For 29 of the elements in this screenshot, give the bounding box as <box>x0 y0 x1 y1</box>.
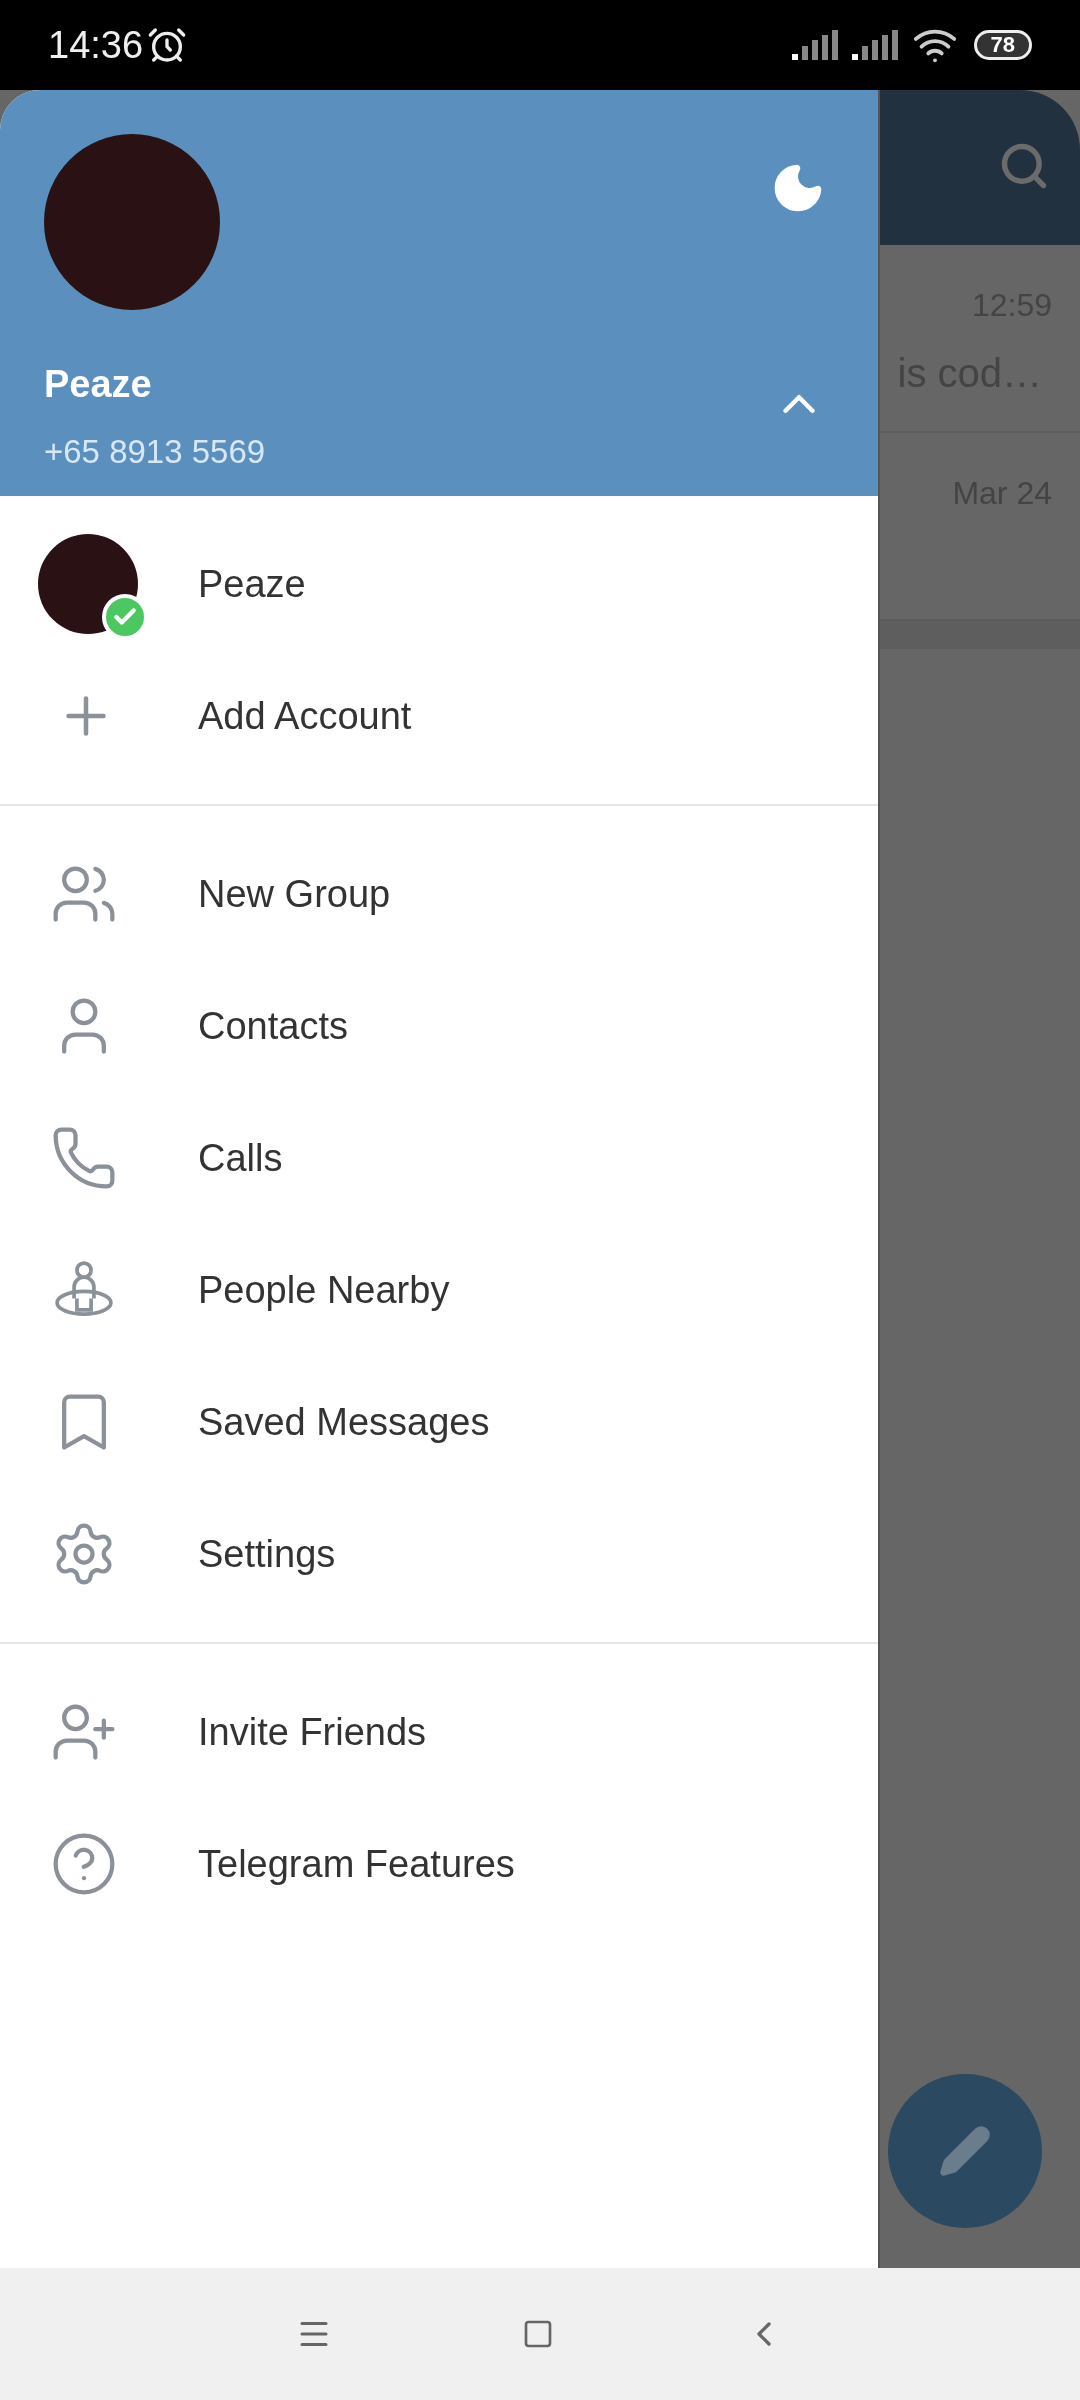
menu-item-label: Settings <box>198 1531 336 1577</box>
menu-item[interactable]: Saved Messages <box>0 1356 878 1488</box>
signal-icon <box>791 30 840 60</box>
menu-item-label: People Nearby <box>198 1267 450 1313</box>
menu-item[interactable]: New Group <box>0 828 878 960</box>
menu-item-label: Telegram Features <box>198 1841 515 1887</box>
menu-item-label: Saved Messages <box>198 1399 490 1445</box>
menu-item[interactable]: Contacts <box>0 960 878 1092</box>
alarm-icon <box>147 25 188 65</box>
add-account-label: Add Account <box>198 693 412 739</box>
account-item[interactable]: Peaze <box>0 518 878 650</box>
menu-item-label: New Group <box>198 871 391 917</box>
menu-item[interactable]: Telegram Features <box>0 1798 878 1930</box>
account-name: Peaze <box>198 561 306 607</box>
battery-indicator: 78 <box>973 30 1032 60</box>
menu-item-label: Calls <box>198 1135 283 1181</box>
menu-item[interactable]: Settings <box>0 1488 878 1620</box>
menu-item-label: Invite Friends <box>198 1709 427 1755</box>
profile-name: Peaze <box>44 362 153 407</box>
menu-item-label: Contacts <box>198 1003 348 1049</box>
clock-time: 14:36 <box>48 22 144 68</box>
home-icon[interactable] <box>522 2318 554 2350</box>
add-account-item[interactable]: Add Account <box>0 650 878 782</box>
signal-icon <box>851 30 900 60</box>
pencil-icon <box>938 2124 992 2178</box>
menu-item[interactable]: Invite Friends <box>0 1666 878 1798</box>
phone-number: +65 8913 5569 <box>44 432 267 472</box>
menu-item[interactable]: People Nearby <box>0 1224 878 1356</box>
menu-item[interactable]: Calls <box>0 1092 878 1224</box>
